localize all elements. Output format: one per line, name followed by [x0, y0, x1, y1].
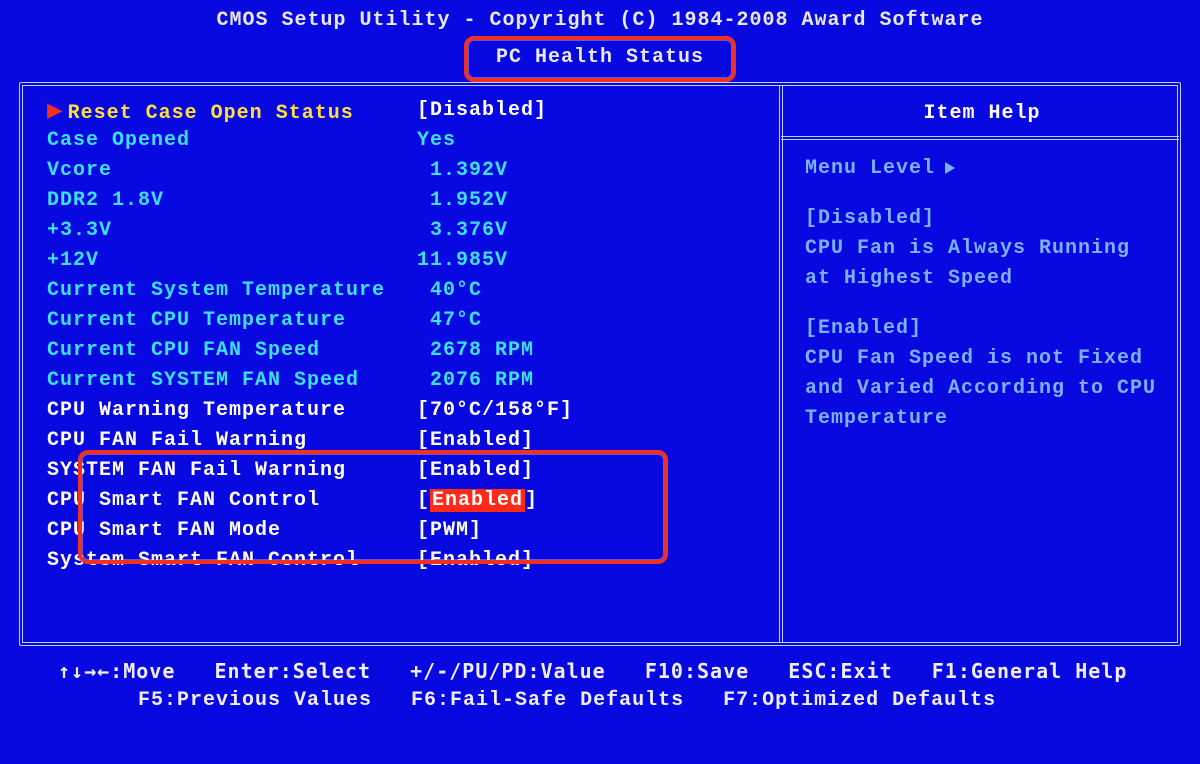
footer-line-2: F5:Previous Values F6:Fail-Safe Defaults… — [58, 686, 1182, 716]
setting-label: System Smart FAN Control — [47, 546, 417, 576]
setting-row: Case OpenedYes — [47, 126, 761, 156]
footer-line-1: ↑↓→←:Move Enter:Select +/-/PU/PD:Value F… — [58, 656, 1182, 686]
help-title: Item Help — [805, 96, 1159, 136]
setting-label: CPU Smart FAN Mode — [47, 516, 417, 546]
help-section-head: [Disabled] — [805, 204, 1159, 234]
setting-label: Current SYSTEM FAN Speed — [47, 366, 417, 396]
setting-label: +3.3V — [47, 216, 417, 246]
settings-pane: ▶Reset Case Open Status[Disabled]Case Op… — [23, 86, 783, 642]
setting-value[interactable]: [Enabled] — [417, 456, 761, 486]
setting-value[interactable]: [Disabled] — [417, 96, 761, 126]
setting-label: Current CPU FAN Speed — [47, 336, 417, 366]
page-title: PC Health Status — [464, 36, 736, 82]
help-section-body: CPU Fan is Always Running at Highest Spe… — [805, 234, 1159, 294]
setting-value: 11.985V — [417, 246, 761, 276]
setting-label: ▶Reset Case Open Status — [47, 96, 417, 126]
setting-row: Vcore 1.392V — [47, 156, 761, 186]
main-frame: ▶Reset Case Open Status[Disabled]Case Op… — [19, 82, 1181, 646]
bios-screen: CMOS Setup Utility - Copyright (C) 1984-… — [0, 0, 1200, 764]
setting-label: Current CPU Temperature — [47, 306, 417, 336]
setting-value: 2076 RPM — [417, 366, 761, 396]
help-section: [Enabled]CPU Fan Speed is not Fixed and … — [805, 314, 1159, 434]
setting-label: CPU FAN Fail Warning — [47, 426, 417, 456]
footer-keys: ↑↓→←:Move Enter:Select +/-/PU/PD:Value F… — [18, 656, 1182, 716]
setting-value: 47°C — [417, 306, 761, 336]
setting-row: DDR2 1.8V 1.952V — [47, 186, 761, 216]
selected-value[interactable]: Enabled — [430, 489, 525, 512]
setting-value[interactable]: [Enabled] — [417, 426, 761, 456]
setting-row: Current System Temperature 40°C — [47, 276, 761, 306]
page-title-wrap: PC Health Status — [18, 36, 1182, 82]
setting-row: +12V11.985V — [47, 246, 761, 276]
setting-row: Current CPU FAN Speed 2678 RPM — [47, 336, 761, 366]
setting-row[interactable]: SYSTEM FAN Fail Warning[Enabled] — [47, 456, 761, 486]
setting-label: Vcore — [47, 156, 417, 186]
help-section: [Disabled]CPU Fan is Always Running at H… — [805, 204, 1159, 294]
setting-row: Current SYSTEM FAN Speed 2076 RPM — [47, 366, 761, 396]
setting-value: 3.376V — [417, 216, 761, 246]
help-section-body: CPU Fan Speed is not Fixed and Varied Ac… — [805, 344, 1159, 434]
help-pane: Item Help Menu Level [Disabled]CPU Fan i… — [783, 86, 1177, 642]
setting-value: 1.952V — [417, 186, 761, 216]
setting-row[interactable]: ▶Reset Case Open Status[Disabled] — [47, 96, 761, 126]
setting-value[interactable]: [PWM] — [417, 516, 761, 546]
setting-value[interactable]: [70°C/158°F] — [417, 396, 761, 426]
setting-row[interactable]: CPU Smart FAN Control[Enabled] — [47, 486, 761, 516]
setting-label: Current System Temperature — [47, 276, 417, 306]
setting-value: 40°C — [417, 276, 761, 306]
caret-icon: ▶ — [47, 96, 68, 126]
help-section-head: [Enabled] — [805, 314, 1159, 344]
setting-label: CPU Warning Temperature — [47, 396, 417, 426]
setting-row[interactable]: CPU FAN Fail Warning[Enabled] — [47, 426, 761, 456]
chevron-right-icon — [935, 157, 955, 180]
setting-label: DDR2 1.8V — [47, 186, 417, 216]
menu-level-label: Menu Level — [805, 157, 935, 180]
setting-value: 2678 RPM — [417, 336, 761, 366]
setting-value[interactable]: [Enabled] — [417, 546, 761, 576]
setting-value: Yes — [417, 126, 761, 156]
setting-row: Current CPU Temperature 47°C — [47, 306, 761, 336]
setting-row[interactable]: System Smart FAN Control[Enabled] — [47, 546, 761, 576]
setting-label: CPU Smart FAN Control — [47, 486, 417, 516]
header-copyright: CMOS Setup Utility - Copyright (C) 1984-… — [18, 6, 1182, 36]
setting-row[interactable]: CPU Warning Temperature[70°C/158°F] — [47, 396, 761, 426]
setting-label: SYSTEM FAN Fail Warning — [47, 456, 417, 486]
setting-value[interactable]: [Enabled] — [417, 486, 761, 516]
setting-label: Case Opened — [47, 126, 417, 156]
setting-row: +3.3V 3.376V — [47, 216, 761, 246]
setting-label: +12V — [47, 246, 417, 276]
setting-row[interactable]: CPU Smart FAN Mode[PWM] — [47, 516, 761, 546]
setting-value: 1.392V — [417, 156, 761, 186]
